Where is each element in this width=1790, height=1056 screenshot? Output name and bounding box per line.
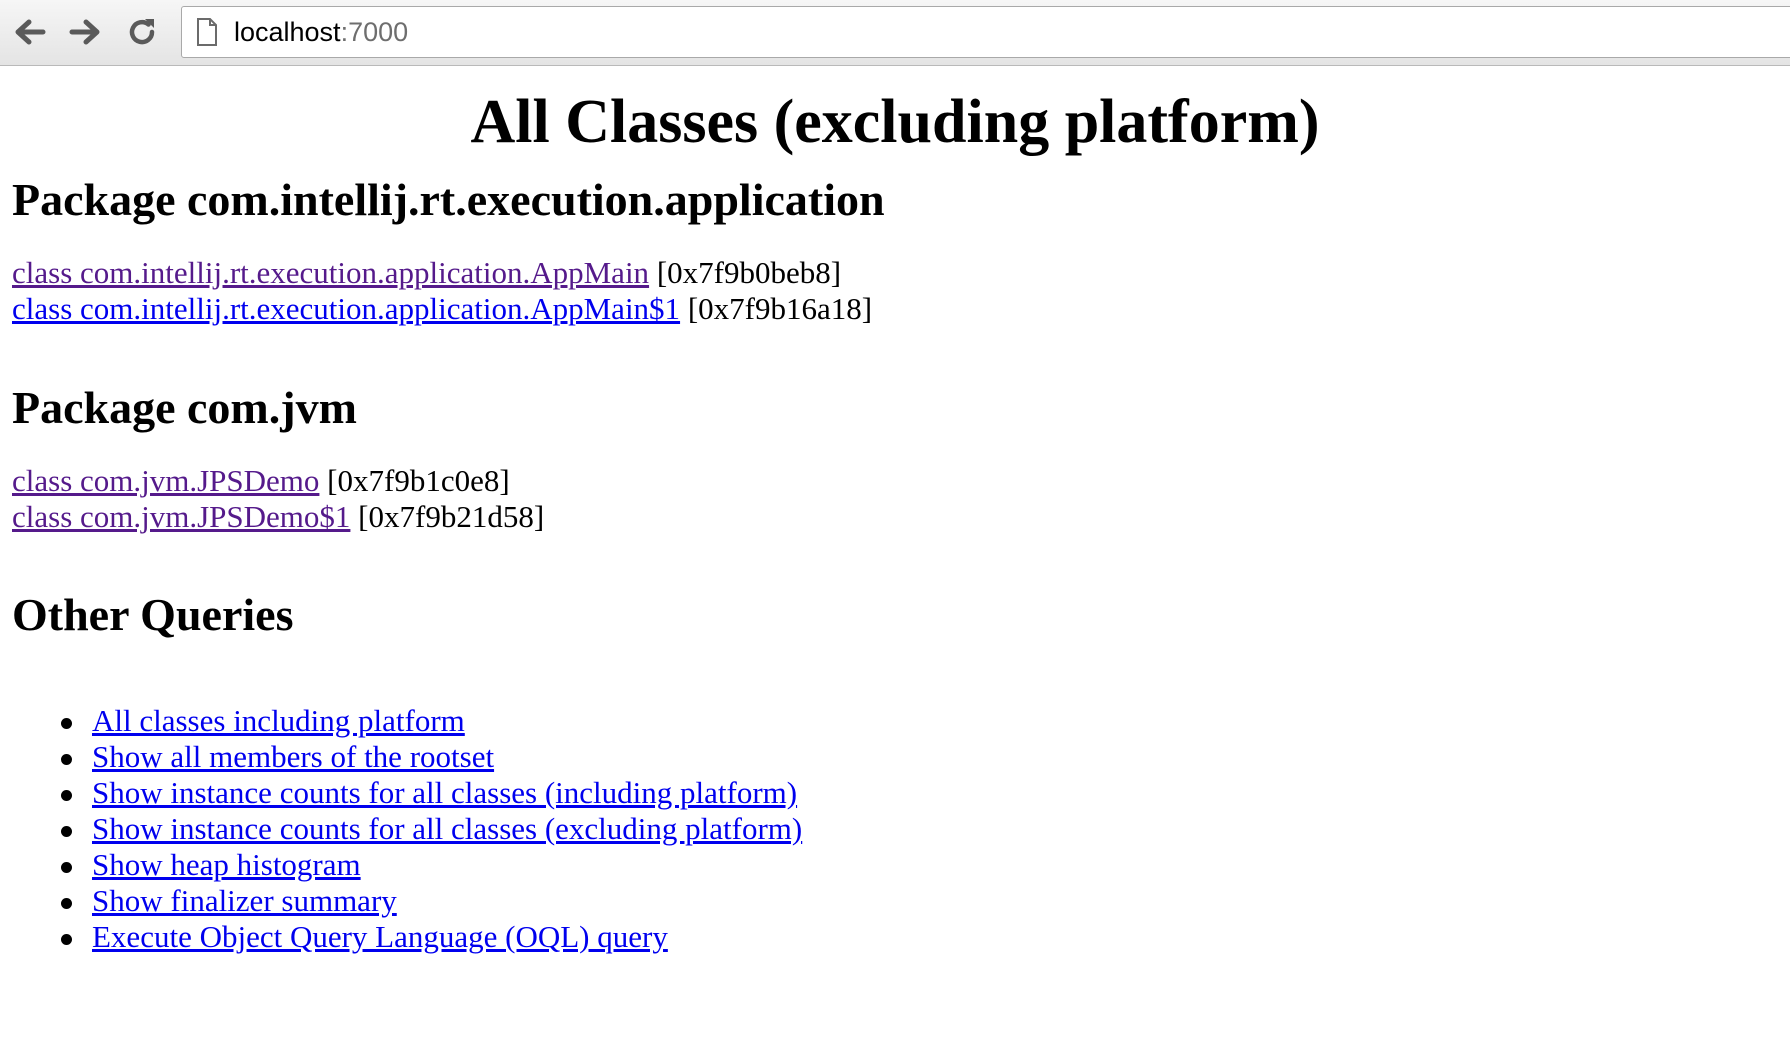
list-item: Show heap histogram (0, 847, 802, 883)
query-link-oql[interactable]: Execute Object Query Language (OQL) quer… (92, 919, 668, 954)
page-content: All Classes (excluding platform) Package… (0, 66, 1790, 1056)
package-heading: Package com.jvm (12, 382, 357, 433)
reload-icon (129, 19, 155, 45)
class-row: class com.intellij.rt.execution.applicat… (12, 291, 872, 327)
query-link-all-classes[interactable]: All classes including platform (92, 703, 465, 738)
bullet (61, 718, 72, 729)
other-queries-heading: Other Queries (12, 589, 294, 640)
class-address: [0x7f9b16a18] (687, 291, 873, 326)
package-heading: Package com.intellij.rt.execution.applic… (12, 174, 885, 225)
list-item: Show instance counts for all classes (ex… (0, 811, 802, 847)
class-link[interactable]: class com.jvm.JPSDemo (12, 463, 319, 498)
page-title: All Classes (excluding platform) (470, 88, 1320, 156)
reload-button[interactable] (120, 10, 164, 54)
list-item: All classes including platform (0, 703, 802, 739)
back-button[interactable] (8, 10, 52, 54)
class-address: [0x7f9b0beb8] (656, 255, 842, 290)
bullet (61, 934, 72, 945)
bullet (61, 862, 72, 873)
query-link-instance-counts-excluding[interactable]: Show instance counts for all classes (ex… (92, 811, 802, 846)
other-queries-list: All classes including platform Show all … (0, 703, 802, 955)
url-port: :7000 (340, 17, 409, 47)
list-item: Execute Object Query Language (OQL) quer… (0, 919, 802, 955)
bullet (61, 898, 72, 909)
class-row: class com.jvm.JPSDemo [0x7f9b1c0e8] (12, 463, 510, 499)
query-link-finalizer-summary[interactable]: Show finalizer summary (92, 883, 397, 918)
bullet (61, 754, 72, 765)
bullet (61, 790, 72, 801)
list-item: Show finalizer summary (0, 883, 802, 919)
query-link-heap-histogram[interactable]: Show heap histogram (92, 847, 361, 882)
class-link[interactable]: class com.jvm.JPSDemo$1 (12, 499, 350, 534)
class-row: class com.jvm.JPSDemo$1 [0x7f9b21d58] (12, 499, 544, 535)
browser-toolbar: localhost:7000 (0, 0, 1790, 66)
list-item: Show instance counts for all classes (in… (0, 775, 802, 811)
forward-arrow-icon (69, 19, 100, 45)
url-host: localhost (234, 17, 341, 47)
list-item: Show all members of the rootset (0, 739, 802, 775)
class-address: [0x7f9b1c0e8] (327, 463, 510, 498)
page-icon (197, 18, 217, 46)
url-text: localhost:7000 (234, 17, 408, 47)
class-address: [0x7f9b21d58] (358, 499, 545, 534)
back-arrow-icon (15, 19, 46, 45)
query-link-rootset[interactable]: Show all members of the rootset (92, 739, 494, 774)
bullet (61, 826, 72, 837)
class-row: class com.intellij.rt.execution.applicat… (12, 255, 841, 291)
address-bar[interactable]: localhost:7000 (181, 6, 1790, 58)
query-link-instance-counts-including[interactable]: Show instance counts for all classes (in… (92, 775, 797, 810)
forward-button[interactable] (63, 10, 107, 54)
class-link[interactable]: class com.intellij.rt.execution.applicat… (12, 291, 680, 326)
class-link[interactable]: class com.intellij.rt.execution.applicat… (12, 255, 649, 290)
